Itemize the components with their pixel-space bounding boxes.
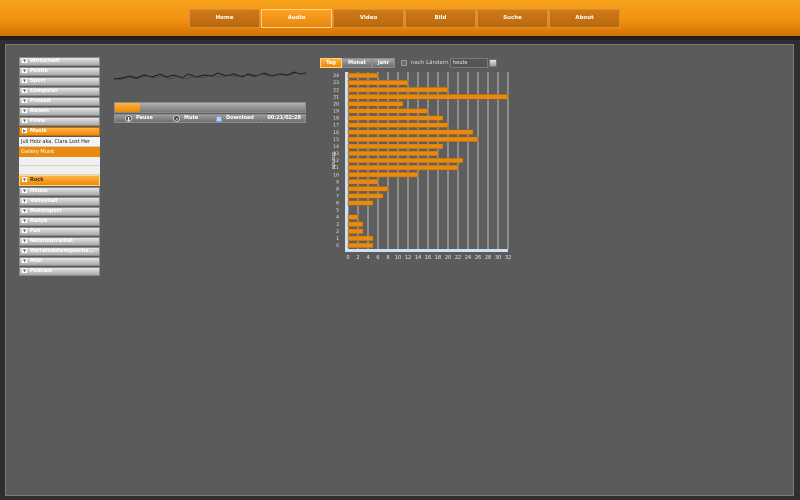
category-label: Reisen xyxy=(30,108,49,114)
audio-waveform xyxy=(114,71,306,81)
chevron-down-icon: ▼ xyxy=(22,177,27,182)
category-label: Politik xyxy=(30,68,48,74)
chevron-down-icon: ▼ xyxy=(22,258,27,263)
category-label: Freizeit xyxy=(30,98,52,104)
top-bar: Home Audio Video Bild Suche About xyxy=(0,0,800,40)
category-label: Volleyball xyxy=(30,198,58,204)
category-freizeit[interactable]: ▼ Freizeit xyxy=(19,97,100,106)
main-nav: Home Audio Video Bild Suche About xyxy=(189,9,621,28)
category-muell[interactable]: ▼ Müll xyxy=(19,257,100,266)
calendar-button[interactable] xyxy=(489,59,497,67)
category-label: Computer xyxy=(30,88,58,94)
category-label: Filme xyxy=(30,118,46,124)
empty-list-row xyxy=(19,157,100,166)
song-item[interactable]: Juli Holz aka. Clara Lost Her xyxy=(19,137,100,147)
category-filme[interactable]: ▼ Filme xyxy=(19,117,100,126)
waveform-line xyxy=(114,72,306,81)
category-label: Motorsport xyxy=(30,208,62,214)
download-icon xyxy=(216,115,222,122)
empty-list-row xyxy=(19,166,100,175)
category-label: Wirtschaft xyxy=(30,58,60,64)
category-motorsport[interactable]: ▼ Motorsport xyxy=(19,207,100,216)
playback-time: 00:21/02:28 xyxy=(261,115,305,122)
mute-button[interactable]: ◂ Mute xyxy=(163,115,205,122)
song-item-selected[interactable]: Gallery Music xyxy=(19,147,100,157)
tab-monat[interactable]: Monat xyxy=(342,58,372,68)
nav-video[interactable]: Video xyxy=(333,9,404,28)
category-label: Rallye xyxy=(30,218,48,224)
country-checkbox[interactable] xyxy=(401,60,407,66)
chevron-down-icon: ▼ xyxy=(22,248,27,253)
category-fun[interactable]: ▼ Fun xyxy=(19,227,100,236)
category-house[interactable]: ▼ House xyxy=(19,187,100,196)
category-label: Müll xyxy=(30,258,42,264)
category-musik[interactable]: ▶ Musik xyxy=(19,127,100,136)
chevron-down-icon: ▼ xyxy=(22,228,27,233)
pause-button[interactable]: ❚ Pause xyxy=(115,115,163,122)
genre-rock[interactable]: ▼ Rock xyxy=(19,175,100,186)
tab-tag[interactable]: Tag xyxy=(320,58,342,68)
genre-label: Rock xyxy=(30,177,44,183)
category-wirtschaft[interactable]: ▼ Wirtschaft xyxy=(19,57,100,66)
pause-label: Pause xyxy=(136,115,153,121)
mute-label: Mute xyxy=(184,115,199,121)
nav-audio[interactable]: Audio xyxy=(261,9,332,28)
category-sidebar: ▼ Wirtschaft ▼ Politik ▼ Sport ▼ Computer ▼ F… xyxy=(19,57,100,277)
category-vorratsdatenspeicherung[interactable]: ▼ Vorratsdatenspeiche... xyxy=(19,247,100,256)
category-reisen[interactable]: ▼ Reisen xyxy=(19,107,100,116)
chevron-down-icon: ▼ xyxy=(22,88,27,93)
category-label: Fun xyxy=(30,228,41,234)
tab-jahr[interactable]: Jahr xyxy=(372,58,395,68)
chevron-down-icon: ▼ xyxy=(22,118,27,123)
playback-progress-bar[interactable] xyxy=(114,102,306,113)
download-button[interactable]: Download xyxy=(205,115,261,122)
player-controls: ❚ Pause ◂ Mute Download 00:21/02:28 xyxy=(114,114,306,123)
speaker-icon: ◂ xyxy=(173,115,180,122)
chevron-down-icon: ▼ xyxy=(22,218,27,223)
category-label: Musik xyxy=(30,128,47,134)
download-label: Download xyxy=(226,115,254,121)
category-label: Netzneutralität xyxy=(30,238,74,244)
waveform-line xyxy=(114,71,306,80)
category-volleyball[interactable]: ▼ Volleyball xyxy=(19,197,100,206)
period-tabs: Tag Monat Jahr xyxy=(320,58,395,68)
category-label: House xyxy=(30,188,48,194)
category-label: Sport xyxy=(30,78,46,84)
chevron-down-icon: ▼ xyxy=(22,98,27,103)
category-podcast[interactable]: ▼ Podcast xyxy=(19,267,100,276)
category-rallye[interactable]: ▼ Rallye xyxy=(19,217,100,226)
category-computer[interactable]: ▼ Computer xyxy=(19,87,100,96)
category-label: Vorratsdatenspeiche... xyxy=(30,248,95,254)
chevron-down-icon: ▼ xyxy=(22,68,27,73)
chevron-down-icon: ▼ xyxy=(22,78,27,83)
date-field[interactable] xyxy=(450,58,488,68)
chevron-down-icon: ▼ xyxy=(22,208,27,213)
chevron-down-icon: ▼ xyxy=(22,198,27,203)
nav-home[interactable]: Home xyxy=(189,9,260,28)
nav-about[interactable]: About xyxy=(549,9,620,28)
category-label: Podcast xyxy=(30,268,53,274)
chevron-down-icon: ▼ xyxy=(22,188,27,193)
category-netzneutralitaet[interactable]: ▼ Netzneutralität xyxy=(19,237,100,246)
nav-bild[interactable]: Bild xyxy=(405,9,476,28)
progress-fill xyxy=(115,103,140,112)
chevron-down-icon: ▼ xyxy=(22,108,27,113)
category-politik[interactable]: ▼ Politik xyxy=(19,67,100,76)
chevron-right-icon: ▶ xyxy=(22,128,27,133)
pause-icon: ❚ xyxy=(125,115,132,122)
nav-suche[interactable]: Suche xyxy=(477,9,548,28)
chevron-down-icon: ▼ xyxy=(22,238,27,243)
country-checkbox-label: nach Ländern xyxy=(411,60,449,66)
category-sport[interactable]: ▼ Sport xyxy=(19,77,100,86)
chevron-down-icon: ▼ xyxy=(22,58,27,63)
chevron-down-icon: ▼ xyxy=(22,268,27,273)
